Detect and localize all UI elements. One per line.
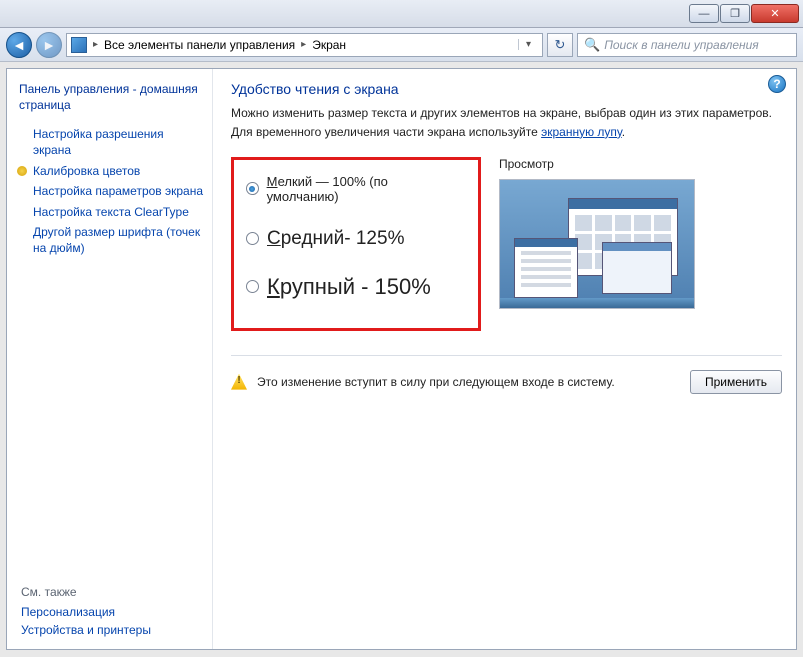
sidebar-link-custom-dpi[interactable]: Другой размер шрифта (точек на дюйм)	[33, 225, 204, 256]
search-icon: 🔍	[584, 37, 600, 53]
page-description-2: Для временного увеличения части экрана и…	[231, 124, 782, 141]
minimize-button[interactable]: —	[689, 4, 719, 23]
chevron-right-icon: ▸	[93, 39, 98, 50]
address-bar: ◄ ► ▸ Все элементы панели управления ▸ Э…	[0, 28, 803, 62]
magnifier-link[interactable]: экранную лупу	[541, 125, 622, 139]
content-frame: Панель управления - домашняя страница На…	[6, 68, 797, 650]
radio-small[interactable]	[246, 182, 259, 195]
search-input[interactable]: 🔍 Поиск в панели управления	[577, 33, 797, 57]
breadcrumb-dropdown[interactable]: ▾	[518, 39, 538, 50]
control-panel-home-link[interactable]: Панель управления - домашняя страница	[19, 81, 204, 113]
main-panel: ? Удобство чтения с экрана Можно изменит…	[212, 69, 796, 649]
see-also-devices[interactable]: Устройства и принтеры	[21, 623, 204, 637]
option-medium-label: Средний- 125%	[267, 228, 404, 250]
sidebar-link-calibration[interactable]: Калибровка цветов	[33, 164, 204, 180]
preview-image	[499, 179, 695, 309]
notice-text: Это изменение вступит в силу при следующ…	[257, 375, 680, 389]
window-controls: — ❐ ✕	[688, 4, 799, 23]
size-options-group: Мелкий — 100% (по умолчанию) Средний- 12…	[231, 157, 481, 331]
preview-column: Просмотр	[499, 157, 782, 309]
refresh-button[interactable]: ↻	[547, 33, 573, 57]
breadcrumb-item[interactable]: Все элементы панели управления	[104, 38, 295, 52]
see-also-personalization[interactable]: Персонализация	[21, 605, 204, 619]
forward-button[interactable]: ►	[36, 32, 62, 58]
control-panel-icon	[71, 37, 87, 53]
page-description: Можно изменить размер текста и других эл…	[231, 105, 782, 122]
apply-button[interactable]: Применить	[690, 370, 782, 394]
sidebar: Панель управления - домашняя страница На…	[7, 69, 212, 649]
warning-icon	[231, 374, 247, 390]
option-small[interactable]: Мелкий — 100% (по умолчанию)	[246, 174, 456, 204]
titlebar: — ❐ ✕	[0, 0, 803, 28]
preview-label: Просмотр	[499, 157, 782, 171]
option-small-label: Мелкий — 100% (по умолчанию)	[267, 174, 456, 204]
radio-medium[interactable]	[246, 232, 259, 245]
notice-row: Это изменение вступит в силу при следующ…	[231, 355, 782, 394]
search-placeholder: Поиск в панели управления	[604, 38, 759, 52]
sidebar-link-resolution[interactable]: Настройка разрешения экрана	[33, 127, 204, 158]
desc-text: Для временного увеличения части экрана и…	[231, 125, 541, 139]
option-large-label: Крупный - 150%	[267, 274, 431, 300]
sidebar-link-cleartype[interactable]: Настройка текста ClearType	[33, 205, 204, 221]
help-icon[interactable]: ?	[768, 75, 786, 93]
breadcrumb-item[interactable]: Экран	[312, 38, 346, 52]
option-medium[interactable]: Средний- 125%	[246, 228, 456, 250]
radio-large[interactable]	[246, 280, 259, 293]
sidebar-link-display-settings[interactable]: Настройка параметров экрана	[33, 184, 204, 200]
page-title: Удобство чтения с экрана	[231, 81, 782, 97]
chevron-right-icon: ▸	[301, 39, 306, 50]
option-large[interactable]: Крупный - 150%	[246, 274, 456, 300]
close-button[interactable]: ✕	[751, 4, 799, 23]
maximize-button[interactable]: ❐	[720, 4, 750, 23]
breadcrumb[interactable]: ▸ Все элементы панели управления ▸ Экран…	[66, 33, 543, 57]
back-button[interactable]: ◄	[6, 32, 32, 58]
desc-text: .	[622, 125, 625, 139]
see-also-label: См. также	[21, 585, 204, 599]
